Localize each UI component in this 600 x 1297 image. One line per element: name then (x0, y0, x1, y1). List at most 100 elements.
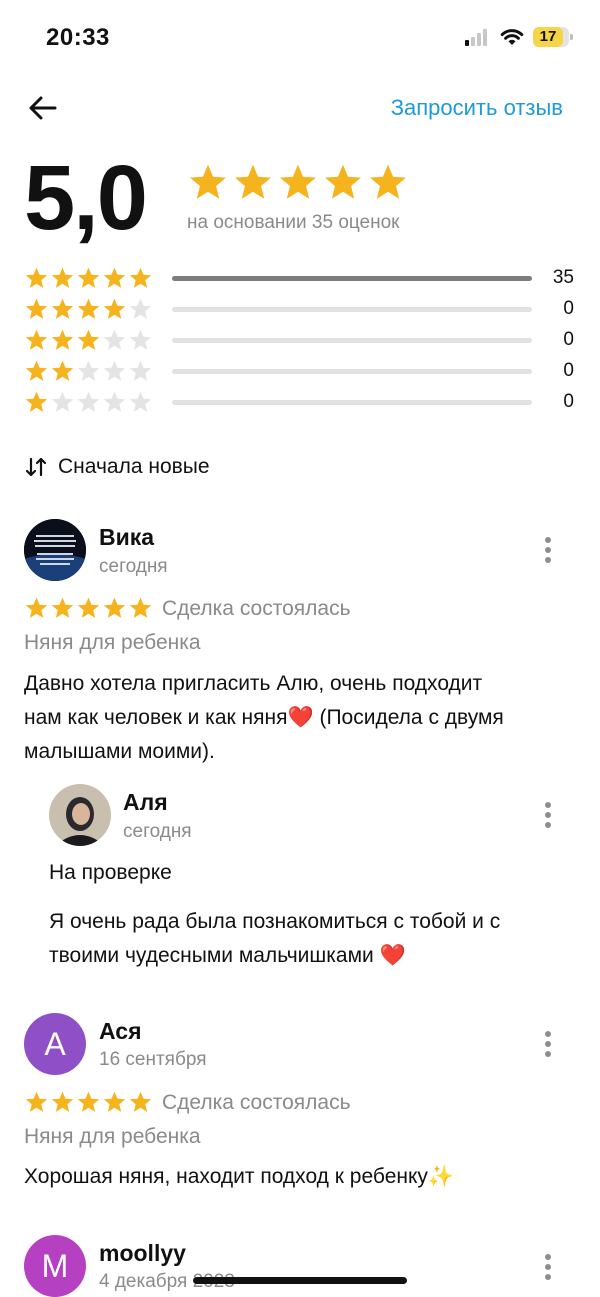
more-options-button[interactable] (542, 537, 554, 567)
service-category: Няня для ребенка (24, 1125, 201, 1148)
star-empty-icon (103, 329, 126, 350)
star-filled-icon (77, 1091, 100, 1112)
star-filled-icon (25, 298, 48, 319)
star-filled-icon (369, 164, 407, 199)
star-filled-icon (25, 329, 48, 350)
histogram-row: 35 (24, 263, 576, 294)
star-filled-icon (279, 164, 317, 199)
star-filled-icon (25, 267, 48, 288)
histogram-stars (24, 359, 153, 384)
star-empty-icon (77, 360, 100, 381)
reply-avatar[interactable] (49, 784, 111, 846)
histogram-count: 0 (563, 329, 574, 350)
review-text: Хорошая няня, находит подход к ребенку✨ (24, 1165, 455, 1188)
star-filled-icon (129, 597, 152, 618)
deal-status: Сделка состоялась (162, 1091, 351, 1114)
star-filled-icon (51, 329, 74, 350)
histogram-row: 0 (24, 325, 576, 356)
back-button[interactable] (24, 88, 64, 128)
histogram-stars (24, 266, 153, 291)
review-date: 16 сентября (99, 1049, 207, 1070)
status-time: 20:33 (46, 24, 110, 51)
reply-status: На проверке (49, 861, 172, 884)
histogram-row: 0 (24, 294, 576, 325)
histogram-stars (24, 390, 153, 415)
reply-date: сегодня (123, 821, 192, 842)
review-author: Ася (99, 1018, 142, 1044)
avatar-image (24, 519, 86, 581)
deal-status: Сделка состоялась (162, 597, 351, 620)
avatar[interactable]: M (24, 1235, 86, 1297)
star-filled-icon (129, 267, 152, 288)
histogram-stars (24, 297, 153, 322)
histogram-count: 0 (563, 391, 574, 412)
sort-label: Сначала новые (58, 455, 210, 478)
sort-arrows-icon (25, 457, 47, 477)
star-filled-icon (25, 391, 48, 412)
histogram-bar (172, 369, 532, 374)
review-author: Вика (99, 524, 155, 550)
star-filled-icon (25, 1091, 48, 1112)
star-filled-icon (77, 597, 100, 618)
histogram-count: 0 (563, 298, 574, 319)
star-empty-icon (77, 391, 100, 412)
histogram-bar-fill (172, 276, 532, 281)
cellular-signal-icon (465, 28, 491, 46)
histogram-count: 35 (552, 267, 574, 288)
review-text: Давно хотела пригласить Алю, очень подхо… (24, 672, 504, 763)
histogram-row: 0 (24, 356, 576, 387)
review-date: сегодня (99, 556, 168, 577)
star-filled-icon (129, 1091, 152, 1112)
star-empty-icon (129, 360, 152, 381)
star-filled-icon (103, 597, 126, 618)
star-filled-icon (324, 164, 362, 199)
rating-histogram: 35 0 0 0 0 (24, 263, 576, 418)
sort-button[interactable]: Сначала новые (24, 455, 210, 479)
star-empty-icon (103, 360, 126, 381)
wifi-icon (500, 29, 524, 45)
star-filled-icon (25, 597, 48, 618)
star-filled-icon (189, 164, 227, 199)
star-filled-icon (103, 1091, 126, 1112)
reply-author: Аля (123, 789, 168, 815)
reply-more-options-button[interactable] (542, 802, 554, 832)
arrow-left-icon (29, 96, 57, 120)
histogram-count: 0 (563, 360, 574, 381)
histogram-row: 0 (24, 387, 576, 418)
star-filled-icon (51, 267, 74, 288)
star-filled-icon (25, 360, 48, 381)
service-category: Няня для ребенка (24, 631, 201, 654)
average-rating: 5,0 (24, 147, 148, 249)
star-filled-icon (51, 360, 74, 381)
star-empty-icon (103, 391, 126, 412)
star-filled-icon (77, 267, 100, 288)
histogram-bar (172, 307, 532, 312)
histogram-bar (172, 338, 532, 343)
ratings-count-text: на основании 35 оценок (187, 212, 400, 233)
star-filled-icon (51, 597, 74, 618)
reply-text: Я очень рада была познакомиться с тобой … (49, 910, 501, 967)
star-filled-icon (234, 164, 272, 199)
rating-stars (187, 162, 409, 204)
star-filled-icon (77, 298, 100, 319)
star-empty-icon (51, 391, 74, 412)
star-filled-icon (77, 329, 100, 350)
request-review-link[interactable]: Запросить отзыв (391, 95, 563, 121)
star-empty-icon (129, 391, 152, 412)
review-stars (24, 596, 153, 621)
avatar[interactable] (24, 519, 86, 581)
histogram-bar (172, 276, 532, 281)
battery-level: 17 (539, 28, 557, 45)
star-empty-icon (129, 298, 152, 319)
status-bar: 20:33 17 (0, 0, 600, 76)
star-filled-icon (103, 267, 126, 288)
home-indicator (193, 1277, 407, 1284)
star-filled-icon (103, 298, 126, 319)
histogram-bar (172, 400, 532, 405)
avatar[interactable]: А (24, 1013, 86, 1075)
review-stars (24, 1090, 153, 1115)
more-options-button[interactable] (542, 1254, 554, 1284)
star-filled-icon (51, 1091, 74, 1112)
histogram-stars (24, 328, 153, 353)
more-options-button[interactable] (542, 1031, 554, 1061)
